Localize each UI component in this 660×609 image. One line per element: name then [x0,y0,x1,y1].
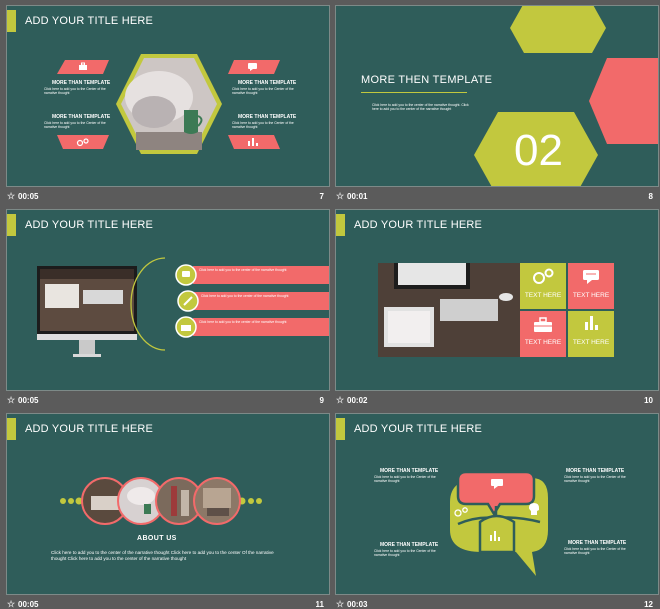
gears-icon [454,507,468,517]
block-heading: MORE THAN TEMPLATE [238,114,297,120]
title-accent-bar [7,10,16,32]
star-icon: ☆ [336,191,345,201]
slide-canvas: ADD YOUR TITLE HERE MORE THAN TEMPLATE C… [6,5,330,187]
slide-duration: 00:02 [347,396,368,405]
star-icon: ☆ [336,599,345,609]
slide-number: 9 [319,396,324,405]
block-body: Click here to add you to the Center of t… [232,87,294,95]
tile-label: TEXT HERE [572,292,610,299]
slide-meta: ☆ 00:05 11 [6,597,330,609]
idea-head-icon [529,503,539,515]
slide-meta: ☆ 00:05 7 [6,189,330,205]
bar-chart-icon [585,316,598,330]
slide-title: ADD YOUR TITLE HERE [354,423,483,435]
section-number: 02 [514,126,563,175]
slide-sorter-grid: ADD YOUR TITLE HERE MORE THAN TEMPLATE C… [0,0,660,609]
tile-label: TEXT HERE [524,339,562,346]
slide-number: 7 [319,192,324,201]
block-heading: MORE THAN TEMPLATE [380,468,439,474]
slide-duration: 00:05 [18,600,39,609]
slide-canvas: ADD YOUR TITLE HERE ABOUT US Click here … [6,413,330,595]
hexagon-coral [589,58,658,144]
chat-icon [175,264,197,286]
slide-number: 11 [315,600,324,609]
block-heading: MORE THAN TEMPLATE [566,468,625,474]
slide-meta: ☆ 00:03 12 [335,597,659,609]
tile-label: TEXT HERE [524,292,562,299]
section-body: Click here to add you to the center of t… [372,103,469,111]
slide-number: 12 [644,600,653,609]
block-heading: MORE THAN TEMPLATE [52,114,111,120]
title-accent-bar [336,214,345,236]
desk-photo [378,263,520,357]
gears-icon [533,268,554,284]
title-underline [361,92,467,93]
bar-chart-icon [248,138,258,146]
hexagon-photo-frame [116,54,222,154]
slide-number: 8 [648,192,653,201]
slide-duration: 00:01 [347,192,368,201]
list-item-text: Click here to add you to the center of t… [199,320,287,324]
slide-duration: 00:05 [18,192,39,201]
slide-title: ADD YOUR TITLE HERE [25,15,154,27]
title-accent-bar [7,214,16,236]
block-body: Click here to add you to the Center of t… [374,549,436,557]
briefcase-icon [175,316,197,338]
hexagon-green-top [510,6,606,53]
tile-label: TEXT HERE [572,339,610,346]
block-heading: MORE THAN TEMPLATE [238,80,297,86]
chat-icon [491,479,503,489]
slide-title: ADD YOUR TITLE HERE [25,423,154,435]
star-icon: ☆ [336,395,345,405]
block-heading: MORE THAN TEMPLATE [380,542,439,548]
block-body: Click here to add you to the Center of t… [564,547,626,555]
list-item-text: Click here to add you to the center of t… [199,268,287,272]
briefcase-icon [79,62,87,70]
slide-canvas: 02 MORE THEN TEMPLATE Click here to add … [335,5,659,187]
chat-icon [248,63,257,71]
star-icon: ☆ [7,395,16,405]
slide-title: ADD YOUR TITLE HERE [354,219,483,231]
slide-meta: ☆ 00:02 10 [335,393,659,409]
slide-title: ADD YOUR TITLE HERE [25,219,154,231]
slide-canvas: ADD YOUR TITLE HERE MORE THAN TEMPLATE C… [335,413,659,595]
block-body: Click here to add you to the Center of t… [232,121,294,129]
section-heading: ABOUT US [137,535,177,542]
slide-duration: 00:05 [18,396,39,405]
slide-meta: ☆ 00:01 8 [335,189,659,205]
monitor-photo [37,266,137,357]
bar-chart-icon [490,531,500,541]
slide-meta: ☆ 00:05 9 [6,393,330,409]
block-heading: MORE THAN TEMPLATE [52,80,111,86]
block-body: Click here to add you to the Center of t… [44,87,106,95]
section-body: Click here to add you to the center of t… [51,550,274,561]
gears-icon [76,138,89,147]
list-item-text: Click here to add you to the center of t… [201,294,289,298]
block-body: Click here to add you to the Center of t… [564,475,626,483]
pencil-icon [177,290,199,312]
section-title: MORE THEN TEMPLATE [361,74,493,86]
slide-number: 10 [644,396,653,405]
title-accent-bar [7,418,16,440]
briefcase-icon [534,317,552,332]
star-icon: ☆ [7,191,16,201]
title-accent-bar [336,418,345,440]
slide-duration: 00:03 [347,600,368,609]
photo-circles [81,477,241,525]
block-body: Click here to add you to the Center of t… [44,121,106,129]
block-heading: MORE THAN TEMPLATE [568,540,627,546]
block-body: Click here to add you to the Center of t… [374,475,436,483]
slide-canvas: ADD YOUR TITLE HERE Click here to add yo… [6,209,330,391]
chat-icon [583,270,599,284]
star-icon: ☆ [7,599,16,609]
slide-canvas: ADD YOUR TITLE HERE TEXT HERE TEXT HERE … [335,209,659,391]
